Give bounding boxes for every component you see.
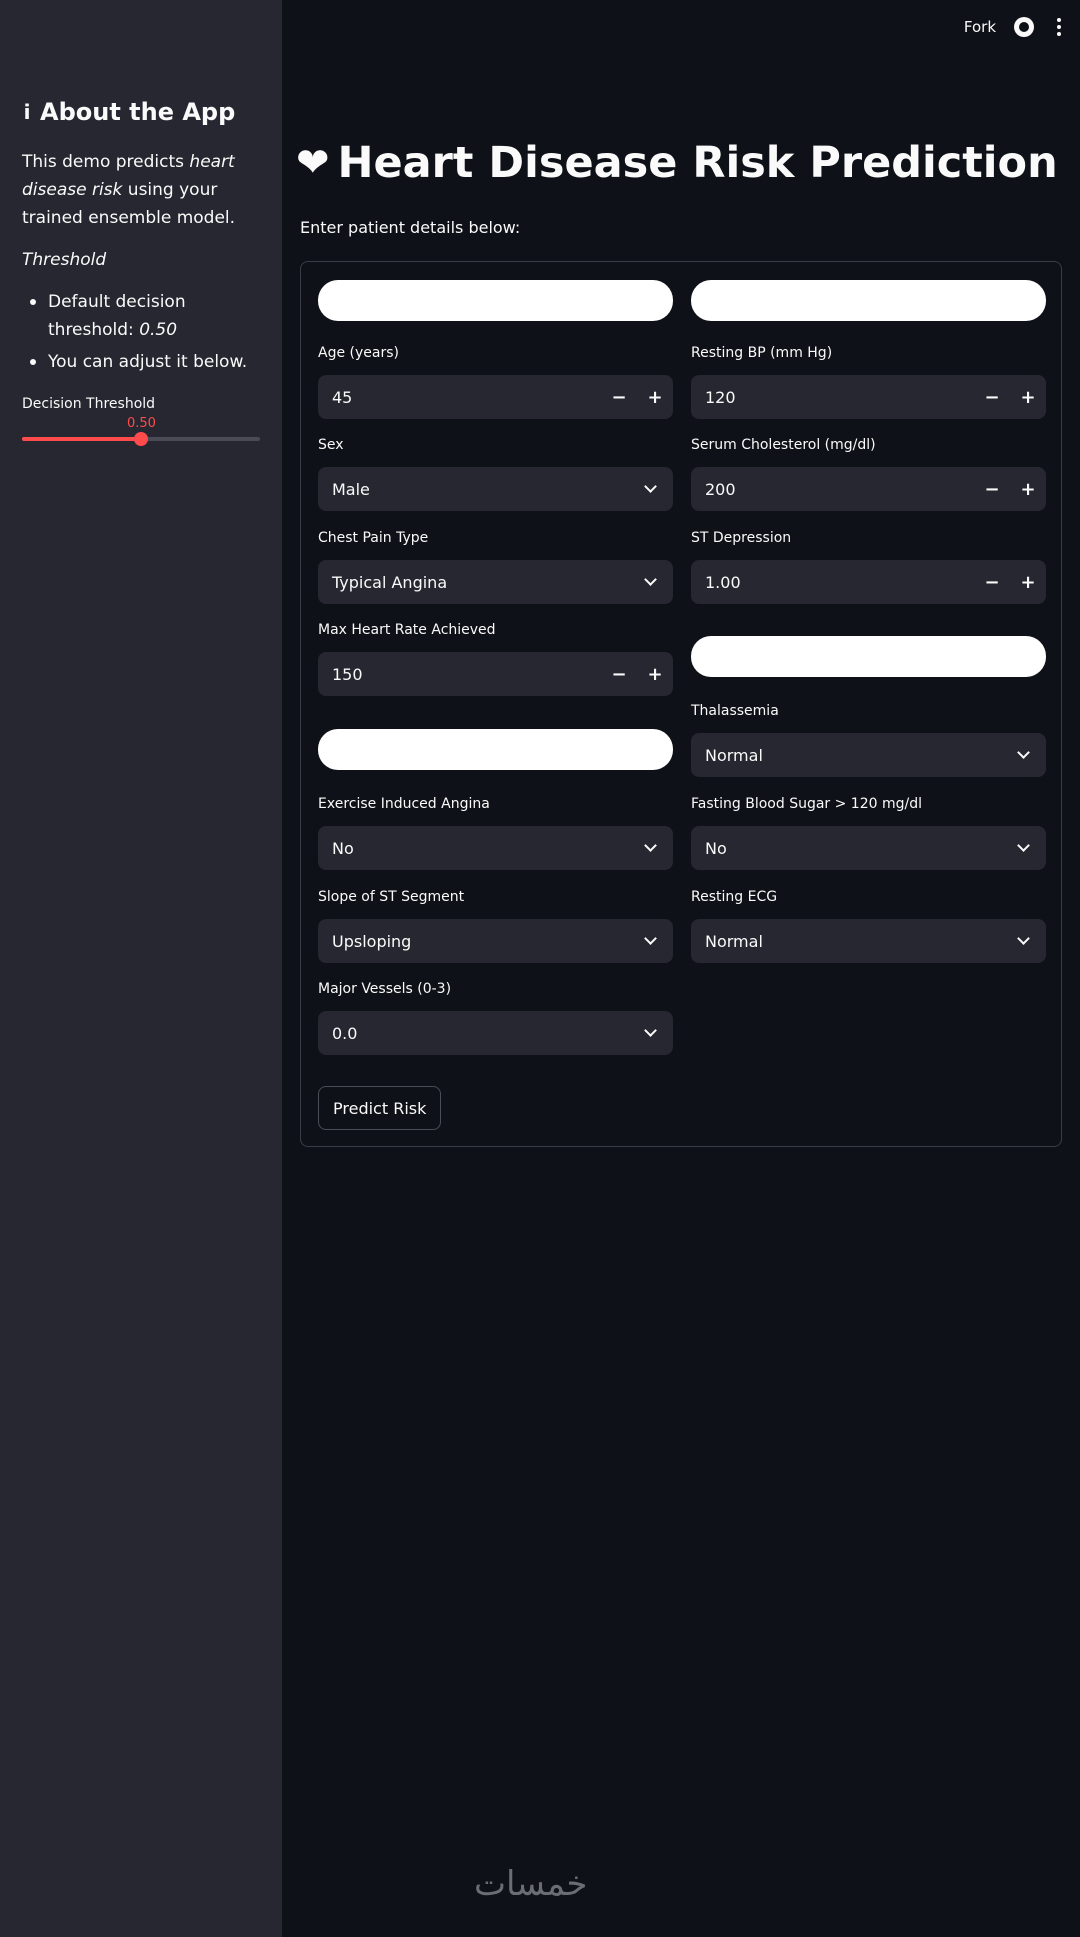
st-depression-input[interactable]: 1.00 − + bbox=[691, 560, 1046, 604]
threshold-heading-text: Threshold bbox=[22, 250, 107, 270]
fasting-bs-label: Fasting Blood Sugar > 120 mg/dl bbox=[691, 796, 922, 812]
resting-bp-increment-button[interactable]: + bbox=[1010, 375, 1046, 419]
fork-link[interactable]: Fork bbox=[964, 18, 996, 36]
slope-value: Upsloping bbox=[332, 931, 412, 951]
max-hr-increment-button[interactable]: + bbox=[637, 652, 673, 696]
resting-ecg-select[interactable]: Normal bbox=[691, 919, 1046, 963]
major-vessels-value: 0.0 bbox=[332, 1023, 358, 1043]
page-subtitle: Enter patient details below: bbox=[300, 218, 521, 237]
patient-form: Age (years) 45 − + Resting BP (mm Hg) 12… bbox=[300, 261, 1062, 1147]
resting-ecg-label: Resting ECG bbox=[691, 889, 778, 905]
watermark-logo: خمسات bbox=[474, 1864, 588, 1904]
cholesterol-increment-button[interactable]: + bbox=[1010, 467, 1046, 511]
thalassemia-label: Thalassemia bbox=[691, 703, 779, 719]
exercise-angina-value: No bbox=[332, 838, 354, 858]
blank-input-right[interactable] bbox=[691, 636, 1046, 677]
github-icon[interactable] bbox=[1014, 17, 1034, 37]
cholesterol-field: Serum Cholesterol (mg/dl) 200 − + bbox=[691, 435, 1046, 511]
cholesterol-value[interactable]: 200 bbox=[691, 480, 974, 499]
cholesterol-input[interactable]: 200 − + bbox=[691, 467, 1046, 511]
exercise-angina-label: Exercise Induced Angina bbox=[318, 796, 490, 812]
resting-bp-label: Resting BP (mm Hg) bbox=[691, 345, 833, 361]
cholesterol-decrement-button[interactable]: − bbox=[974, 467, 1010, 511]
fasting-bs-value: No bbox=[705, 838, 727, 858]
slider-value: 0.50 bbox=[127, 416, 156, 431]
top-toolbar: Fork bbox=[964, 14, 1066, 40]
max-hr-label: Max Heart Rate Achieved bbox=[318, 622, 496, 638]
bullet-value: 0.50 bbox=[139, 320, 178, 340]
slope-field: Slope of ST Segment Upsloping bbox=[318, 887, 673, 963]
age-decrement-button[interactable]: − bbox=[601, 375, 637, 419]
major-vessels-select[interactable]: 0.0 bbox=[318, 1011, 673, 1055]
page-title: ❤ Heart Disease Risk Prediction bbox=[296, 138, 1058, 188]
resting-ecg-field: Resting ECG Normal bbox=[691, 887, 1046, 963]
st-depression-decrement-button[interactable]: − bbox=[974, 560, 1010, 604]
slope-label: Slope of ST Segment bbox=[318, 889, 465, 905]
blank-input-top-right[interactable] bbox=[691, 280, 1046, 321]
resting-ecg-value: Normal bbox=[705, 931, 763, 951]
fasting-bs-select[interactable]: No bbox=[691, 826, 1046, 870]
sex-select[interactable]: Male bbox=[318, 467, 673, 511]
heart-icon: ❤ bbox=[296, 140, 330, 186]
max-hr-value[interactable]: 150 bbox=[318, 665, 601, 684]
slope-select[interactable]: Upsloping bbox=[318, 919, 673, 963]
max-hr-field: Max Heart Rate Achieved 150 − + bbox=[318, 620, 673, 696]
slider-fill bbox=[22, 437, 141, 441]
sex-field: Sex Male bbox=[318, 435, 673, 511]
age-input[interactable]: 45 − + bbox=[318, 375, 673, 419]
thalassemia-field: Thalassemia Normal bbox=[691, 701, 1046, 777]
slider-thumb[interactable] bbox=[134, 432, 148, 446]
st-depression-field: ST Depression 1.00 − + bbox=[691, 528, 1046, 604]
info-icon: i bbox=[23, 100, 31, 124]
threshold-heading: Threshold bbox=[22, 250, 260, 270]
resting-bp-field: Resting BP (mm Hg) 120 − + bbox=[691, 343, 1046, 419]
resting-bp-input[interactable]: 120 − + bbox=[691, 375, 1046, 419]
bullet-text: You can adjust it below. bbox=[48, 352, 248, 372]
blank-input-top-left[interactable] bbox=[318, 280, 673, 321]
page-title-text: Heart Disease Risk Prediction bbox=[337, 138, 1058, 188]
thalassemia-select[interactable]: Normal bbox=[691, 733, 1046, 777]
list-item: Default decision threshold: 0.50 bbox=[22, 288, 260, 344]
st-depression-increment-button[interactable]: + bbox=[1010, 560, 1046, 604]
sidebar: i About the App This demo predicts heart… bbox=[0, 0, 282, 1937]
age-field: Age (years) 45 − + bbox=[318, 343, 673, 419]
resting-bp-value[interactable]: 120 bbox=[691, 388, 974, 407]
age-value[interactable]: 45 bbox=[318, 388, 601, 407]
sidebar-bullet-list: Default decision threshold: 0.50 You can… bbox=[22, 288, 260, 376]
resting-bp-decrement-button[interactable]: − bbox=[974, 375, 1010, 419]
sidebar-heading: i About the App bbox=[22, 98, 260, 126]
age-increment-button[interactable]: + bbox=[637, 375, 673, 419]
cholesterol-label: Serum Cholesterol (mg/dl) bbox=[691, 437, 876, 453]
chest-pain-field: Chest Pain Type Typical Angina bbox=[318, 528, 673, 604]
more-menu-icon[interactable] bbox=[1052, 18, 1066, 36]
exercise-angina-field: Exercise Induced Angina No bbox=[318, 794, 673, 870]
major-vessels-label: Major Vessels (0-3) bbox=[318, 981, 452, 997]
list-item: You can adjust it below. bbox=[22, 348, 260, 376]
exercise-angina-select[interactable]: No bbox=[318, 826, 673, 870]
st-depression-value[interactable]: 1.00 bbox=[691, 573, 974, 592]
intro-text-start: This demo predicts bbox=[22, 152, 190, 172]
max-hr-decrement-button[interactable]: − bbox=[601, 652, 637, 696]
sidebar-intro: This demo predicts heart disease risk us… bbox=[22, 148, 260, 232]
thalassemia-value: Normal bbox=[705, 745, 763, 765]
blank-input-left[interactable] bbox=[318, 729, 673, 770]
slider-label: Decision Threshold bbox=[22, 396, 156, 412]
predict-risk-button[interactable]: Predict Risk bbox=[318, 1086, 442, 1130]
chest-pain-select[interactable]: Typical Angina bbox=[318, 560, 673, 604]
sex-value: Male bbox=[332, 479, 370, 499]
age-label: Age (years) bbox=[318, 345, 399, 361]
fasting-bs-field: Fasting Blood Sugar > 120 mg/dl No bbox=[691, 794, 1046, 870]
chest-pain-label: Chest Pain Type bbox=[318, 530, 429, 546]
sex-label: Sex bbox=[318, 437, 344, 453]
sidebar-heading-text: About the App bbox=[40, 98, 236, 126]
decision-threshold-slider[interactable]: 0.50 bbox=[22, 416, 260, 446]
st-depression-label: ST Depression bbox=[691, 530, 792, 546]
chest-pain-value: Typical Angina bbox=[332, 572, 448, 592]
max-hr-input[interactable]: 150 − + bbox=[318, 652, 673, 696]
major-vessels-field: Major Vessels (0-3) 0.0 bbox=[318, 979, 673, 1055]
